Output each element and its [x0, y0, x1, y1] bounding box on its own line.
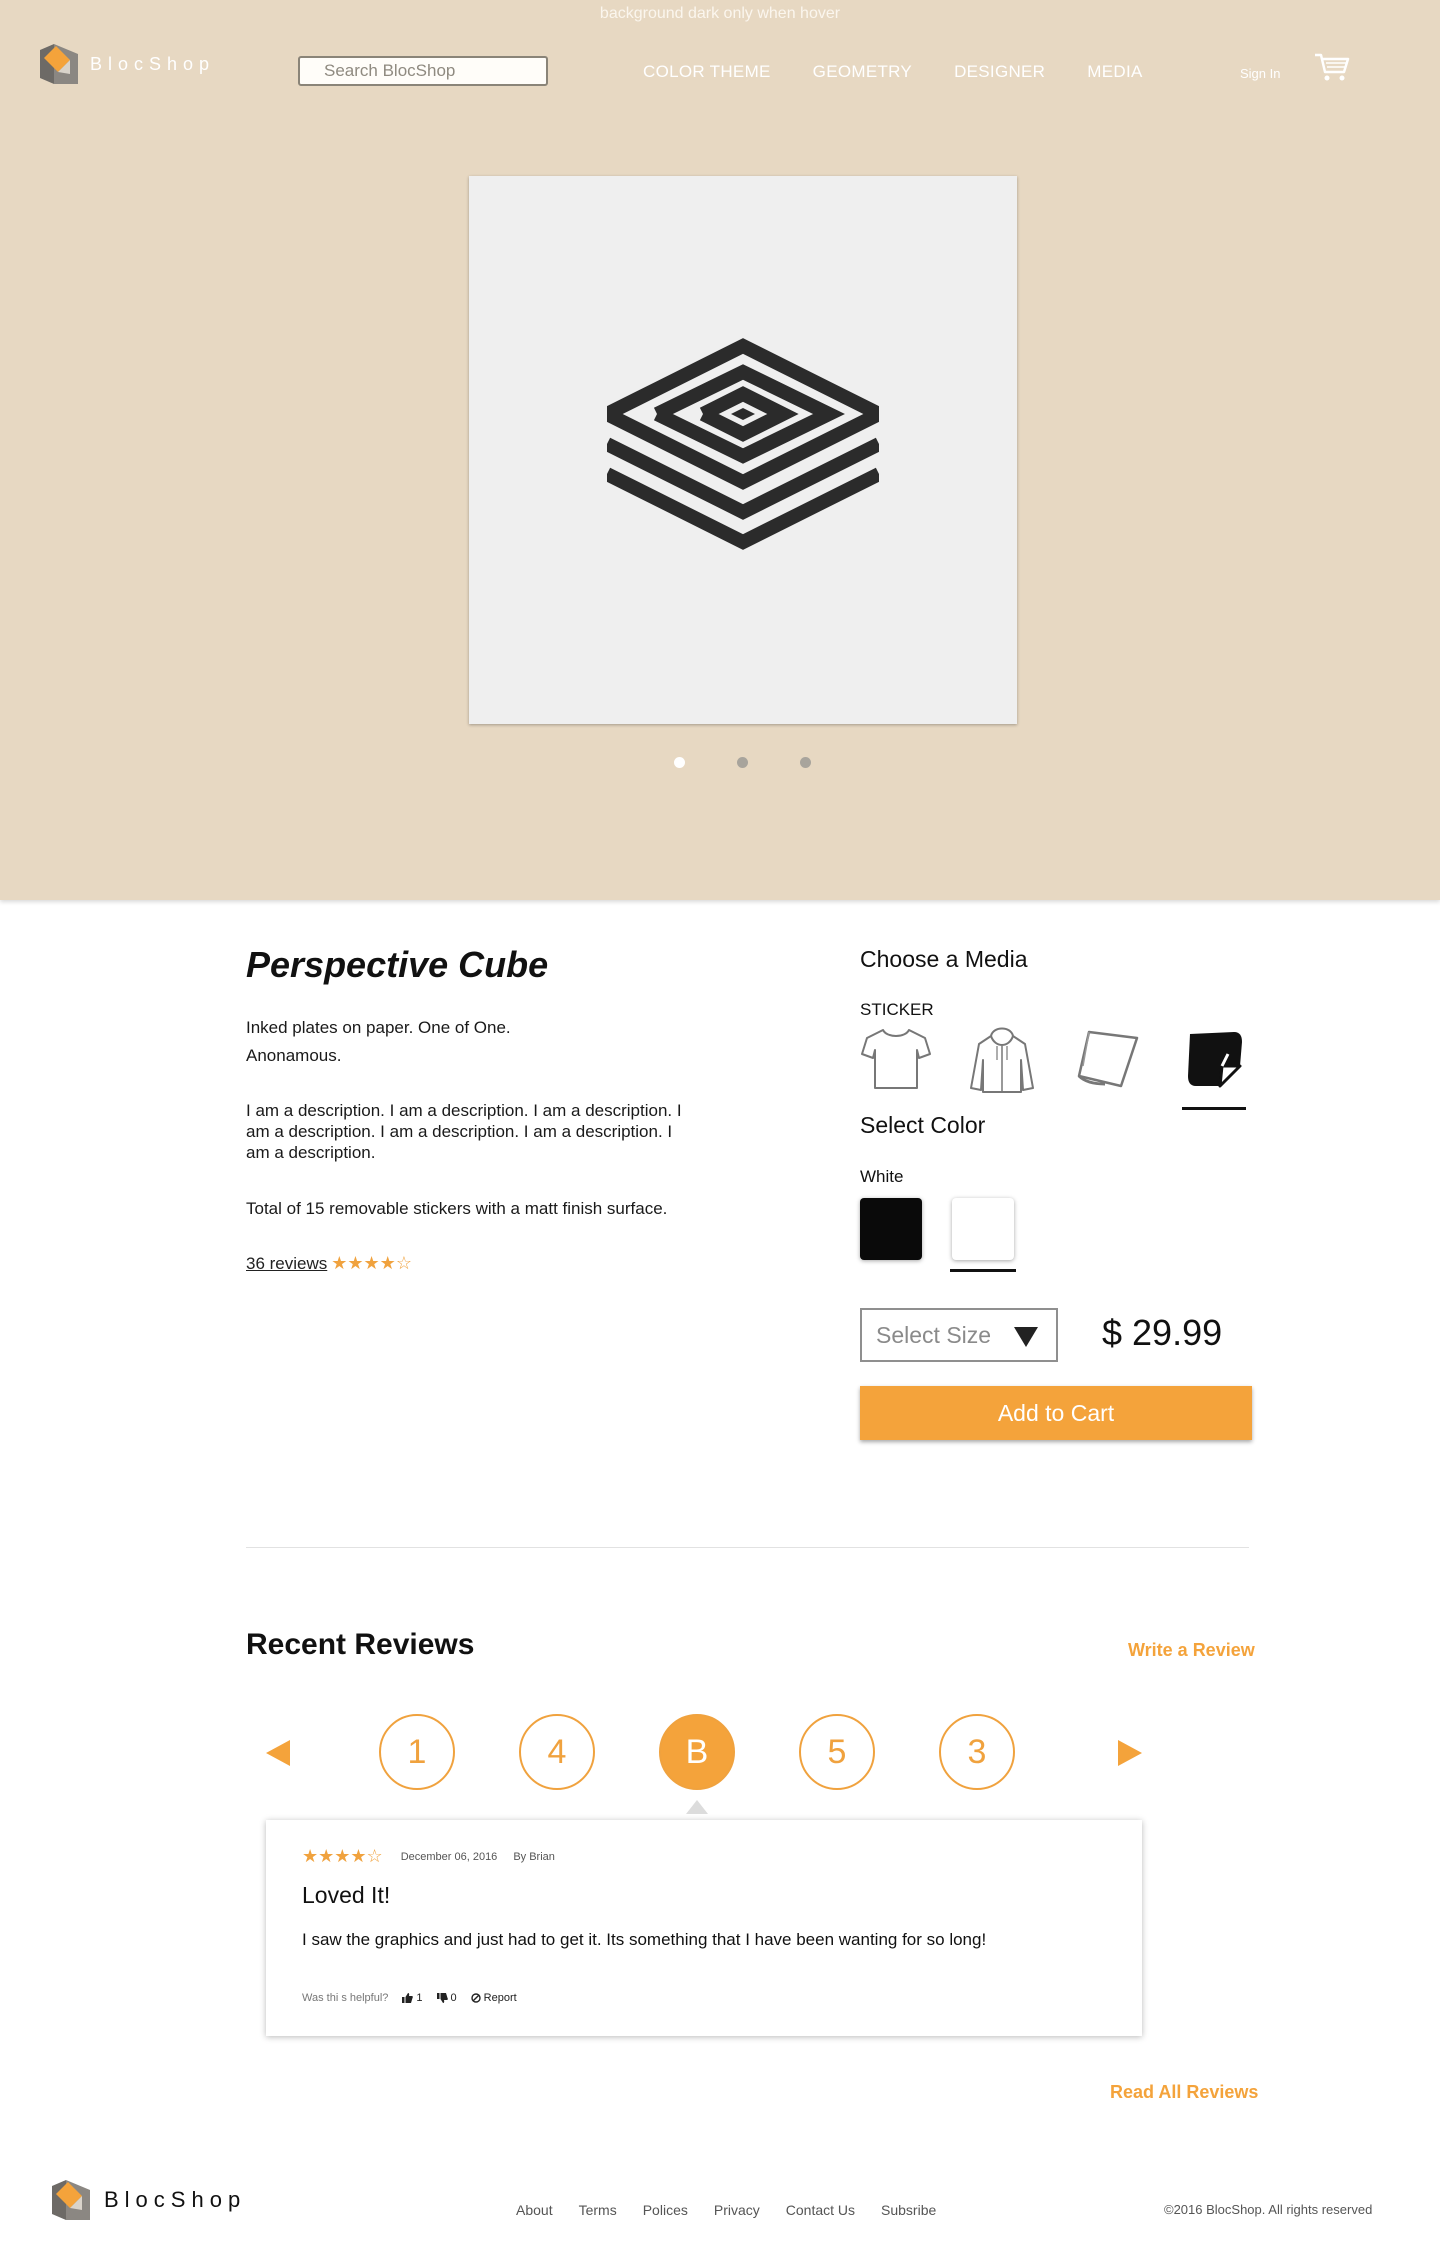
review-card: ★★★★☆ December 06, 2016 By Brian Loved I…: [266, 1820, 1142, 2036]
reviews-pager: 1 4 B 5 3: [260, 1714, 1148, 1794]
reviews-summary: 36 reviews ★★★★☆: [246, 1253, 412, 1274]
product-description: I am a description. I am a description. …: [246, 1101, 682, 1162]
review-stars: ★★★★☆: [302, 1846, 383, 1866]
footer-logo-wordmark: BlocShop: [104, 2187, 247, 2212]
footer-logo[interactable]: BlocShop: [52, 2180, 246, 2220]
nav-color-theme[interactable]: COLOR THEME: [643, 62, 771, 82]
color-selected-label: White: [860, 1167, 904, 1186]
copyright-text: ©2016 BlocShop. All rights reserved: [1164, 2202, 1373, 2217]
search-input[interactable]: [298, 56, 548, 86]
hero-banner: background dark only when hover BlocShop…: [0, 0, 1440, 900]
carousel-dot-3[interactable]: [800, 757, 811, 768]
like-count: 1: [416, 1992, 423, 2004]
hover-note: background dark only when hover: [599, 5, 841, 22]
color-heading: Select Color: [860, 1112, 986, 1138]
thumbs-down-icon: [436, 1993, 448, 2003]
thumbs-up-icon: [402, 1993, 414, 2003]
dislike-button[interactable]: 0: [436, 1992, 457, 2004]
media-heading: Choose a Media: [860, 946, 1028, 972]
helpful-prompt: Was thi s helpful?: [302, 1992, 389, 2004]
media-options: [860, 1026, 1284, 1110]
media-option-tshirt[interactable]: [860, 1026, 932, 1110]
color-swatches: [860, 1198, 1044, 1272]
logo-wordmark: BlocShop: [90, 53, 216, 74]
footer-link-privacy[interactable]: Privacy: [714, 2202, 760, 2218]
pager-item-3[interactable]: B: [659, 1714, 735, 1790]
rating-stars: ★★★★☆: [331, 1253, 412, 1273]
nav-geometry[interactable]: GEOMETRY: [813, 62, 912, 82]
nav-media[interactable]: MEDIA: [1087, 62, 1142, 82]
reviews-count-link[interactable]: 36 reviews: [246, 1254, 327, 1274]
size-select[interactable]: Select Size: [860, 1308, 1058, 1362]
report-icon: [470, 1993, 481, 2003]
report-button[interactable]: Report: [470, 1992, 517, 2004]
footer-link-contact[interactable]: Contact Us: [786, 2202, 855, 2218]
blocshop-logo-icon: [52, 2180, 90, 2220]
footer-link-subscribe[interactable]: Subsribe: [881, 2202, 936, 2218]
paper-icon: [1077, 1030, 1139, 1088]
pager-item-4[interactable]: 5: [799, 1714, 875, 1790]
footer-link-polices[interactable]: Polices: [643, 2202, 688, 2218]
review-footer: Was thi s helpful? 1 0 Report: [302, 1992, 517, 2004]
media-selected-label: STICKER: [860, 1000, 934, 1019]
product-title: Perspective Cube: [246, 944, 549, 985]
write-review-link[interactable]: Write a Review: [1128, 1640, 1255, 1661]
review-card-pointer: [686, 1800, 708, 1814]
main-nav: COLOR THEME GEOMETRY DESIGNER MEDIA: [643, 62, 1185, 82]
product-image-card: [469, 176, 1017, 724]
pager-item-2[interactable]: 4: [519, 1714, 595, 1790]
add-to-cart-button[interactable]: Add to Cart: [860, 1386, 1252, 1440]
next-arrow-icon[interactable]: [1118, 1740, 1142, 1766]
review-title: Loved It!: [302, 1882, 391, 1908]
nav-designer[interactable]: DESIGNER: [954, 62, 1045, 82]
carousel-dot-1[interactable]: [674, 757, 685, 768]
pager-item-5[interactable]: 3: [939, 1714, 1015, 1790]
dislike-count: 0: [450, 1992, 457, 2004]
sign-in-link[interactable]: Sign In: [1240, 66, 1280, 81]
read-all-reviews-link[interactable]: Read All Reviews: [1110, 2082, 1258, 2103]
color-chip-white: [952, 1198, 1014, 1260]
review-date: December 06, 2016: [400, 1850, 498, 1863]
tshirt-icon: [861, 1029, 931, 1089]
footer-links: About Terms Polices Privacy Contact Us S…: [516, 2202, 962, 2218]
carousel-dots: [674, 757, 863, 768]
footer-link-about[interactable]: About: [516, 2202, 553, 2218]
review-body: I saw the graphics and just had to get i…: [302, 1930, 987, 1949]
product-finish-note: Total of 15 removable stickers with a ma…: [246, 1199, 668, 1218]
media-option-hoodie[interactable]: [966, 1026, 1038, 1110]
dropdown-triangle-icon: [1014, 1327, 1038, 1347]
footer-link-terms[interactable]: Terms: [579, 2202, 617, 2218]
report-label: Report: [483, 1992, 517, 2004]
carousel-dot-2[interactable]: [737, 757, 748, 768]
media-option-paper[interactable]: [1072, 1026, 1144, 1110]
color-swatch-white[interactable]: [950, 1198, 1016, 1272]
product-price: $ 29.99: [1102, 1312, 1223, 1353]
review-author: By Brian: [513, 1850, 555, 1863]
size-select-placeholder: Select Size: [876, 1321, 992, 1348]
blocshop-logo-icon: [40, 44, 78, 84]
hoodie-icon: [970, 1027, 1034, 1093]
product-byline-1: Inked plates on paper. One of One.: [246, 1018, 511, 1037]
header-logo[interactable]: BlocShop: [40, 44, 215, 84]
color-swatch-black[interactable]: [860, 1198, 922, 1260]
color-chip-black: [860, 1198, 922, 1260]
product-byline-2: Anonamous.: [246, 1046, 342, 1065]
sticker-icon: [1188, 1032, 1242, 1088]
media-option-sticker[interactable]: [1178, 1026, 1250, 1110]
recent-reviews-heading: Recent Reviews: [246, 1628, 475, 1661]
pager-item-1[interactable]: 1: [379, 1714, 455, 1790]
like-button[interactable]: 1: [402, 1992, 423, 2004]
perspective-cube-artwork: [607, 338, 879, 550]
cart-icon[interactable]: [1314, 52, 1350, 82]
section-divider: [246, 1547, 1249, 1548]
prev-arrow-icon[interactable]: [266, 1740, 290, 1766]
review-meta: ★★★★☆ December 06, 2016 By Brian: [302, 1846, 555, 1867]
